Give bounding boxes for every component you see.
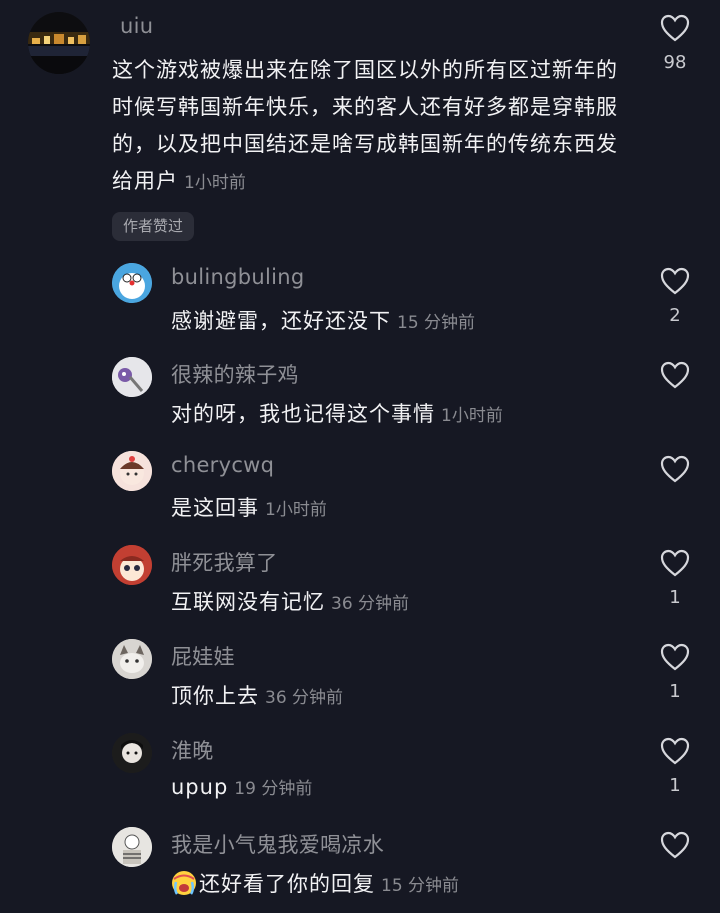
- reply-username[interactable]: 淮晚: [171, 735, 214, 765]
- like-count: 1: [669, 775, 681, 796]
- reply-body: 互联网没有记忆: [171, 590, 325, 614]
- like-button[interactable]: 1: [645, 643, 705, 702]
- reply-body: 是这回事: [171, 496, 259, 520]
- avatar-image: [112, 357, 152, 397]
- reply-text: 互联网没有记忆 36 分钟前: [171, 586, 409, 616]
- like-count: 98: [663, 52, 687, 73]
- reply-body: 感谢避雷，还好还没下: [171, 309, 391, 333]
- avatar-image: [112, 545, 152, 585]
- like-button[interactable]: 1: [645, 737, 705, 796]
- reply-time: 19 分钟前: [234, 779, 313, 799]
- reply-body: 还好看了你的回复: [199, 872, 375, 896]
- avatar[interactable]: [112, 545, 152, 585]
- reply-username[interactable]: 屁娃娃: [171, 641, 235, 671]
- avatar[interactable]: [112, 451, 152, 491]
- like-count: 1: [669, 587, 681, 608]
- avatar-image: [28, 12, 90, 74]
- heart-outline-icon: [660, 267, 690, 295]
- like-count: 2: [669, 305, 681, 326]
- like-button[interactable]: 98: [645, 14, 705, 73]
- like-button[interactable]: [645, 455, 705, 493]
- reply-time: 1小时前: [441, 406, 503, 426]
- reply-text: upup 19 分钟前: [171, 774, 312, 799]
- reply-text: 还好看了你的回复 15 分钟前: [171, 868, 459, 898]
- heart-outline-icon: [660, 831, 690, 859]
- reply-text: 顶你上去 36 分钟前: [171, 680, 343, 710]
- comment-text: 这个游戏被爆出来在除了国区以外的所有区过新年的时候写韩国新年快乐，来的客人还有好…: [112, 52, 622, 202]
- heart-outline-icon: [660, 361, 690, 389]
- heart-outline-icon: [660, 549, 690, 577]
- like-button[interactable]: [645, 361, 705, 399]
- reply-body: 对的呀，我也记得这个事情: [171, 402, 435, 426]
- reply-body: upup: [171, 775, 229, 799]
- heart-outline-icon: [660, 737, 690, 765]
- avatar-image: [112, 639, 152, 679]
- reply-time: 36 分钟前: [331, 594, 410, 614]
- avatar[interactable]: [112, 639, 152, 679]
- like-button[interactable]: 2: [645, 267, 705, 326]
- like-count: 1: [669, 681, 681, 702]
- reply-text: 是这回事 1小时前: [171, 492, 327, 522]
- reply-username[interactable]: 很辣的辣子鸡: [171, 359, 299, 389]
- avatar-image: [112, 733, 152, 773]
- avatar[interactable]: [112, 263, 152, 303]
- avatar[interactable]: [28, 12, 90, 74]
- reply-text: 对的呀，我也记得这个事情 1小时前: [171, 398, 503, 428]
- heart-outline-icon: [660, 643, 690, 671]
- reply-username[interactable]: 我是小气鬼我爱喝凉水: [171, 829, 384, 859]
- reply-username[interactable]: 胖死我算了: [171, 547, 278, 577]
- like-button[interactable]: 1: [645, 549, 705, 608]
- reply-text: 感谢避雷，还好还没下 15 分钟前: [171, 305, 475, 335]
- reply-time: 1小时前: [265, 500, 327, 520]
- avatar-image: [112, 827, 152, 867]
- reply-time: 15 分钟前: [381, 876, 460, 896]
- heart-outline-icon: [660, 455, 690, 483]
- crying-emoji-icon: [171, 870, 197, 896]
- avatar[interactable]: [112, 827, 152, 867]
- comment-username[interactable]: uiu: [120, 14, 153, 38]
- reply-username[interactable]: bulingbuling: [171, 265, 305, 289]
- comment-time: 1小时前: [184, 173, 246, 193]
- avatar-image: [112, 263, 152, 303]
- author-liked-badge: 作者赞过: [112, 212, 195, 241]
- reply-time: 36 分钟前: [265, 688, 344, 708]
- like-button[interactable]: [645, 831, 705, 869]
- reply-username[interactable]: cherycwq: [171, 453, 274, 477]
- avatar[interactable]: [112, 357, 152, 397]
- reply-body: 顶你上去: [171, 684, 259, 708]
- avatar-image: [112, 451, 152, 491]
- heart-outline-icon: [660, 14, 690, 42]
- reply-time: 15 分钟前: [397, 313, 476, 333]
- avatar[interactable]: [112, 733, 152, 773]
